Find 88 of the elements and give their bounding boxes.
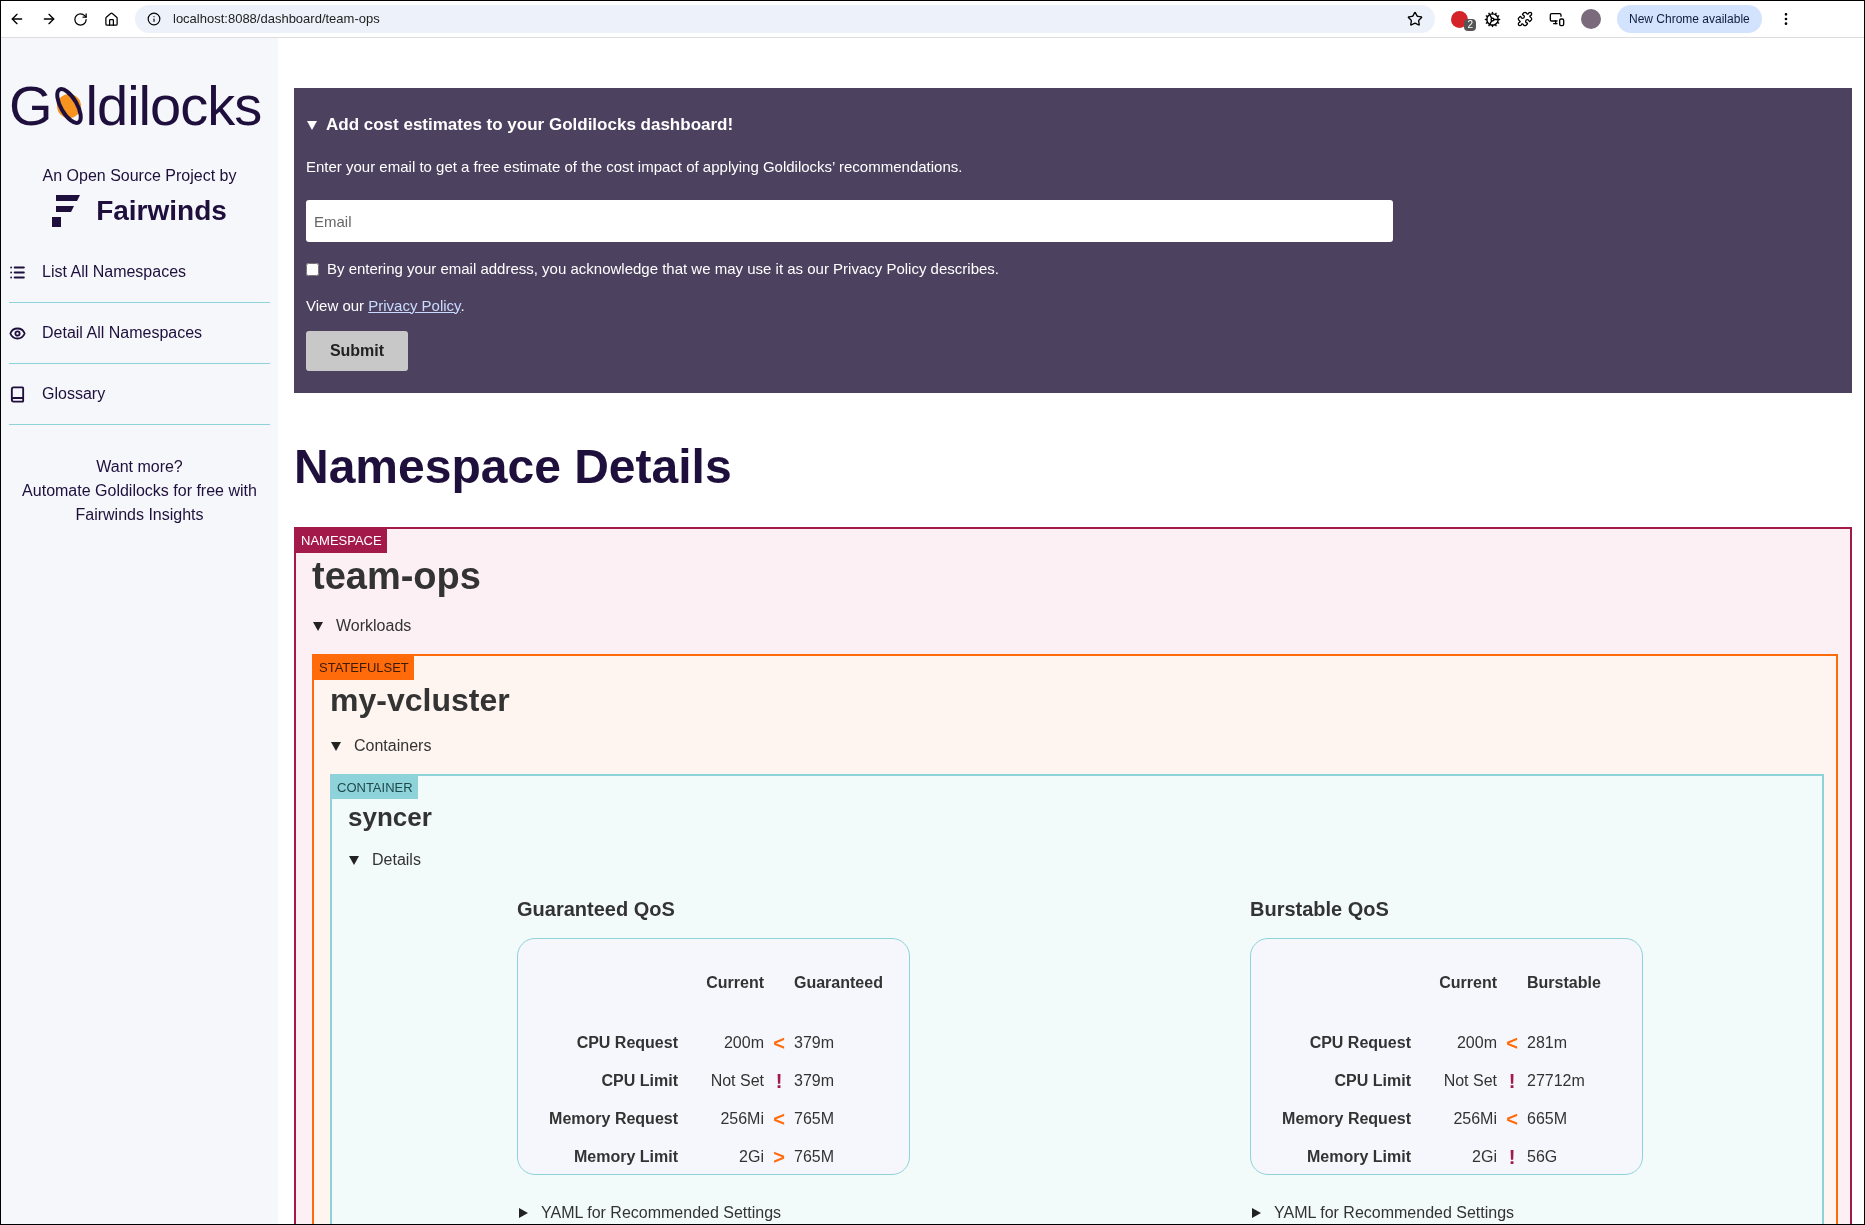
namespace-name: team-ops bbox=[312, 553, 482, 599]
recommended-value: 56G bbox=[1527, 1146, 1559, 1167]
consent-text: By entering your email address, you acknowledge that we may use it as our Privacy Policy describes. bbox=[327, 259, 999, 279]
disclosure-toggle[interactable]: Workloads bbox=[312, 614, 1838, 638]
current-value: Not Set bbox=[710, 1070, 764, 1091]
submit-button[interactable]: Submit bbox=[306, 331, 408, 371]
caret-down-icon bbox=[348, 853, 360, 866]
comparison-indicator: ! bbox=[1508, 1146, 1516, 1167]
promo-link[interactable]: Fairwinds Insights bbox=[75, 503, 204, 527]
banner-text: Enter your email to get a free estimate of the cost impact of applying Goldilocks’ recommendations. bbox=[306, 156, 964, 177]
back-icon[interactable] bbox=[9, 11, 25, 27]
nav-link[interactable]: List All Namespaces bbox=[42, 260, 187, 284]
caret-down-icon bbox=[330, 739, 342, 752]
disclosure-toggle[interactable]: YAML for Recommended Settings bbox=[1250, 1200, 1643, 1224]
recommended-value: 665M bbox=[1527, 1108, 1569, 1129]
home-icon[interactable] bbox=[104, 11, 119, 27]
book-icon bbox=[9, 385, 26, 403]
recommended-value: 379m bbox=[794, 1032, 836, 1053]
column-header: Current bbox=[706, 972, 764, 993]
row-label: CPU Limit bbox=[601, 1070, 678, 1091]
caret-down-icon bbox=[312, 620, 324, 632]
row-label: CPU Request bbox=[576, 1032, 678, 1053]
avatar[interactable] bbox=[1581, 9, 1601, 29]
recommended-value: 765M bbox=[794, 1108, 836, 1129]
current-value: 256Mi bbox=[720, 1108, 764, 1129]
row-label: CPU Request bbox=[1309, 1032, 1411, 1053]
byline: An Open Source Project by bbox=[41, 166, 238, 186]
bookmark-star-icon[interactable] bbox=[1407, 11, 1423, 27]
extensions-icon[interactable] bbox=[1517, 11, 1533, 27]
recommended-value: 281m bbox=[1527, 1032, 1569, 1053]
comparison-indicator: < bbox=[773, 1032, 785, 1053]
gear-icon[interactable] bbox=[1484, 10, 1501, 28]
row-label: CPU Limit bbox=[1334, 1070, 1411, 1091]
info-icon[interactable] bbox=[147, 12, 161, 26]
current-value: 200m bbox=[723, 1032, 764, 1053]
current-value: 256Mi bbox=[1453, 1108, 1497, 1129]
current-value: 200m bbox=[1456, 1032, 1497, 1053]
recommended-value: 27712m bbox=[1527, 1070, 1586, 1091]
disclosure-toggle[interactable]: YAML for Recommended Settings bbox=[517, 1200, 910, 1224]
container-name: syncer bbox=[348, 801, 433, 834]
row-label: Memory Limit bbox=[1307, 1146, 1411, 1167]
extension-badge: 2 bbox=[1464, 18, 1476, 31]
current-value: Not Set bbox=[1443, 1070, 1497, 1091]
logo-text: ldilocks bbox=[85, 78, 262, 134]
caret-right-icon bbox=[517, 1206, 529, 1219]
column-header: Burstable bbox=[1527, 972, 1602, 993]
promo-text: Want more? bbox=[96, 457, 183, 477]
workload-tag: STATEFULSET bbox=[314, 656, 414, 680]
caret-down-icon bbox=[306, 118, 318, 131]
column-header: Guaranteed bbox=[794, 972, 884, 993]
nav-link[interactable]: Detail All Namespaces bbox=[42, 321, 203, 345]
privacy-note: View our Privacy Policy. bbox=[306, 295, 466, 316]
comparison-indicator: ! bbox=[775, 1070, 783, 1091]
recommended-value: 379m bbox=[794, 1070, 836, 1091]
promo-text: Automate Goldilocks for free with bbox=[22, 481, 257, 501]
banner-toggle[interactable]: Add cost estimates to your Goldilocks dashboard! bbox=[306, 112, 1840, 138]
consent-checkbox[interactable] bbox=[306, 262, 319, 276]
email-field[interactable]: Email bbox=[306, 200, 1393, 242]
qos-title: Guaranteed QoS bbox=[517, 896, 676, 922]
brand-name: Fairwinds bbox=[96, 194, 227, 228]
comparison-indicator: ! bbox=[1508, 1070, 1516, 1091]
current-value: 2Gi bbox=[1472, 1146, 1497, 1167]
workload-name: my-vcluster bbox=[330, 680, 511, 720]
disclosure-toggle[interactable]: Containers bbox=[330, 733, 1824, 758]
update-button[interactable]: New Chrome available bbox=[1617, 5, 1762, 33]
reload-icon[interactable] bbox=[73, 11, 88, 27]
row-label: Memory Request bbox=[549, 1108, 678, 1129]
qos-title: Burstable QoS bbox=[1250, 896, 1390, 922]
comparison-indicator: < bbox=[1506, 1032, 1518, 1053]
comparison-indicator: < bbox=[1506, 1108, 1518, 1129]
comparison-indicator: > bbox=[773, 1146, 785, 1167]
comparison-indicator: < bbox=[773, 1108, 785, 1129]
nav-link[interactable]: Glossary bbox=[42, 382, 106, 406]
row-label: Memory Limit bbox=[574, 1146, 678, 1167]
caret-right-icon bbox=[1250, 1206, 1262, 1219]
privacy-link[interactable]: Privacy Policy bbox=[368, 296, 461, 314]
current-value: 2Gi bbox=[739, 1146, 764, 1167]
namespace-tag: NAMESPACE bbox=[296, 529, 387, 553]
page-heading: Namespace Details bbox=[294, 439, 733, 495]
row-label: Memory Request bbox=[1282, 1108, 1411, 1129]
logo-text: G bbox=[9, 78, 52, 134]
disclosure-toggle[interactable]: Details bbox=[348, 847, 1822, 872]
forward-icon[interactable] bbox=[41, 11, 57, 27]
column-header: Current bbox=[1439, 972, 1497, 993]
brand-logo-icon bbox=[52, 195, 81, 227]
recommended-value: 765M bbox=[794, 1146, 836, 1167]
container-tag: CONTAINER bbox=[332, 775, 418, 799]
address-bar[interactable]: localhost:8088/dashboard/team-ops bbox=[135, 5, 1435, 33]
